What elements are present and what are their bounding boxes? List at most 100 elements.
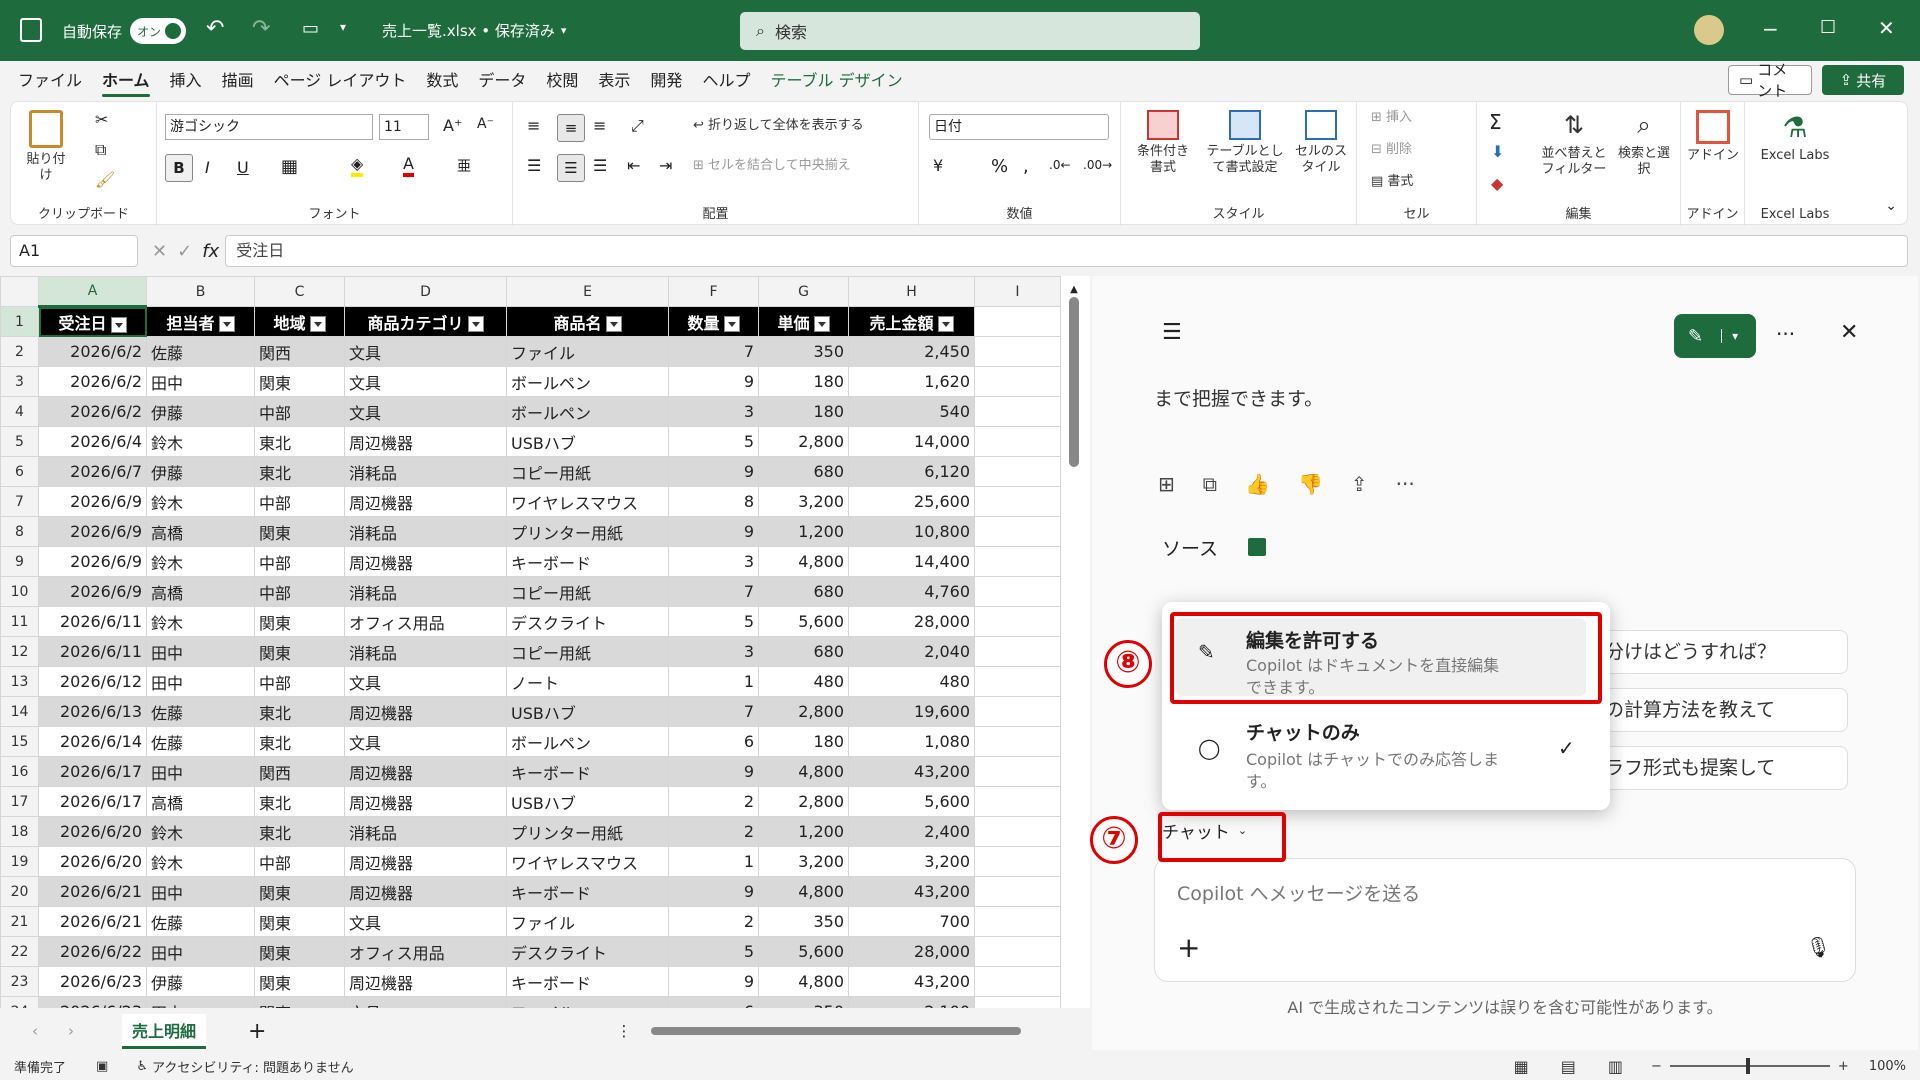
empty-cell[interactable] [974, 306, 1061, 337]
table-cell[interactable]: 9 [668, 366, 759, 397]
table-cell[interactable]: USBハブ [506, 696, 669, 727]
table-cell[interactable]: 伊藤 [146, 456, 255, 487]
table-cell[interactable]: 2,040 [848, 636, 975, 667]
sheet-tab-active[interactable]: 売上明細 [122, 1013, 207, 1049]
filter-dropdown-icon[interactable] [937, 316, 954, 332]
tab-file[interactable]: ファイル [8, 61, 92, 101]
table-cell[interactable]: キーボード [506, 876, 669, 907]
add-icon[interactable]: ⊞ [1158, 472, 1175, 496]
table-cell[interactable]: ボールペン [506, 396, 669, 427]
table-cell[interactable]: 1,080 [848, 726, 975, 757]
table-cell[interactable]: 4,800 [758, 756, 849, 787]
empty-cell[interactable] [974, 726, 1061, 757]
share-response-icon[interactable]: ⇪ [1351, 472, 1368, 496]
empty-cell[interactable] [974, 486, 1061, 517]
table-cell[interactable]: 田中 [146, 636, 255, 667]
table-cell[interactable]: 周辺機器 [344, 696, 507, 727]
table-cell[interactable]: 東北 [254, 786, 345, 817]
empty-cell[interactable] [974, 936, 1061, 967]
orientation-icon[interactable]: ⤢ [631, 116, 644, 136]
empty-cell[interactable] [974, 666, 1061, 697]
attach-plus-icon[interactable]: + [1177, 931, 1200, 964]
table-cell[interactable]: 文具 [344, 906, 507, 937]
table-cell[interactable]: 2 [668, 816, 759, 847]
wrap-text-button[interactable]: ↩ 折り返して全体を表示する [693, 118, 864, 134]
table-cell[interactable]: 2 [668, 786, 759, 817]
table-cell[interactable]: 田中 [146, 756, 255, 787]
table-cell[interactable]: 中部 [254, 846, 345, 877]
column-header[interactable]: E [506, 276, 669, 307]
tab-insert[interactable]: 挿入 [160, 61, 212, 101]
table-cell[interactable]: USBハブ [506, 426, 669, 457]
table-cell[interactable]: プリンター用紙 [506, 516, 669, 547]
table-cell[interactable]: 中部 [254, 396, 345, 427]
table-cell[interactable]: オフィス用品 [344, 936, 507, 967]
table-cell[interactable]: 田中 [146, 876, 255, 907]
align-top-icon[interactable]: ≡ [527, 116, 540, 135]
ribbon-collapse-icon[interactable]: ⌄ [1885, 198, 1897, 214]
table-cell[interactable]: 2,800 [758, 426, 849, 457]
table-cell[interactable]: 14,000 [848, 426, 975, 457]
table-cell[interactable]: ノート [506, 666, 669, 697]
row-header[interactable]: 1 [0, 306, 39, 337]
table-cell[interactable]: 2026/6/23 [38, 996, 147, 1008]
increase-decimal-icon[interactable]: .0← [1049, 158, 1071, 172]
tab-review[interactable]: 校閲 [536, 61, 588, 101]
copy-icon[interactable]: ⧉ [95, 140, 106, 160]
table-cell[interactable]: デスクライト [506, 606, 669, 637]
row-header[interactable]: 7 [0, 486, 39, 517]
table-cell[interactable]: 中部 [254, 486, 345, 517]
close-pane-icon[interactable]: ✕ [1840, 320, 1858, 345]
table-cell[interactable]: 2026/6/4 [38, 426, 147, 457]
format-as-table-button[interactable]: テーブルとして書式設定 [1205, 110, 1285, 177]
tab-help[interactable]: ヘルプ [692, 61, 760, 101]
table-cell[interactable]: 1,200 [758, 816, 849, 847]
autosum-icon[interactable]: Σ [1489, 110, 1502, 134]
table-cell[interactable]: 1 [668, 846, 759, 877]
thumbs-down-icon[interactable]: 👎 [1298, 472, 1323, 496]
row-header[interactable]: 2 [0, 336, 39, 367]
font-name-combo[interactable]: 游ゴシック [165, 114, 373, 140]
table-cell[interactable]: 佐藤 [146, 336, 255, 367]
tab-table-design[interactable]: テーブル デザイン [760, 61, 912, 101]
filter-dropdown-icon[interactable] [723, 316, 740, 332]
table-cell[interactable]: 消耗品 [344, 576, 507, 607]
table-cell[interactable]: 文具 [344, 336, 507, 367]
clear-icon[interactable]: ◆ [1491, 174, 1503, 193]
font-color-icon[interactable]: A [403, 154, 414, 177]
find-select-button[interactable]: ⌕ 検索と選択 [1615, 110, 1673, 179]
italic-icon[interactable]: I [205, 158, 210, 177]
table-cell[interactable]: 4,800 [758, 876, 849, 907]
table-cell[interactable]: 伊藤 [146, 966, 255, 997]
select-all-corner[interactable] [0, 276, 39, 307]
table-cell[interactable]: 文具 [344, 996, 507, 1008]
table-cell[interactable]: 2 [668, 906, 759, 937]
name-box[interactable]: A1 [10, 235, 138, 267]
table-cell[interactable]: 高橋 [146, 576, 255, 607]
table-cell[interactable]: 周辺機器 [344, 426, 507, 457]
table-cell[interactable]: 周辺機器 [344, 756, 507, 787]
row-header[interactable]: 3 [0, 366, 39, 397]
cell-styles-button[interactable]: セルのスタイル [1293, 110, 1349, 177]
table-cell[interactable]: 関西 [254, 756, 345, 787]
file-title[interactable]: 売上一覧.xlsx • 保存済み ▾ [382, 20, 566, 41]
table-cell[interactable]: ファイル [506, 336, 669, 367]
table-cell[interactable]: 28,000 [848, 606, 975, 637]
conditional-format-button[interactable]: 条件付き書式 [1131, 110, 1195, 177]
column-header[interactable]: D [344, 276, 507, 307]
thumbs-up-icon[interactable]: 👍 [1245, 472, 1270, 496]
table-cell[interactable]: 周辺機器 [344, 486, 507, 517]
table-cell[interactable]: キーボード [506, 546, 669, 577]
borders-icon[interactable]: ▦ [281, 156, 298, 177]
add-sheet-icon[interactable]: + [248, 1019, 266, 1044]
table-cell[interactable]: 540 [848, 396, 975, 427]
table-cell[interactable]: 消耗品 [344, 456, 507, 487]
table-cell[interactable]: キーボード [506, 756, 669, 787]
table-cell[interactable]: 田中 [146, 936, 255, 967]
table-cell[interactable]: 文具 [344, 366, 507, 397]
table-cell[interactable]: 中部 [254, 576, 345, 607]
accessibility-icon[interactable]: ♿ [136, 1059, 148, 1074]
filter-dropdown-icon[interactable] [813, 316, 830, 332]
table-cell[interactable]: 周辺機器 [344, 786, 507, 817]
table-cell[interactable]: 東北 [254, 426, 345, 457]
